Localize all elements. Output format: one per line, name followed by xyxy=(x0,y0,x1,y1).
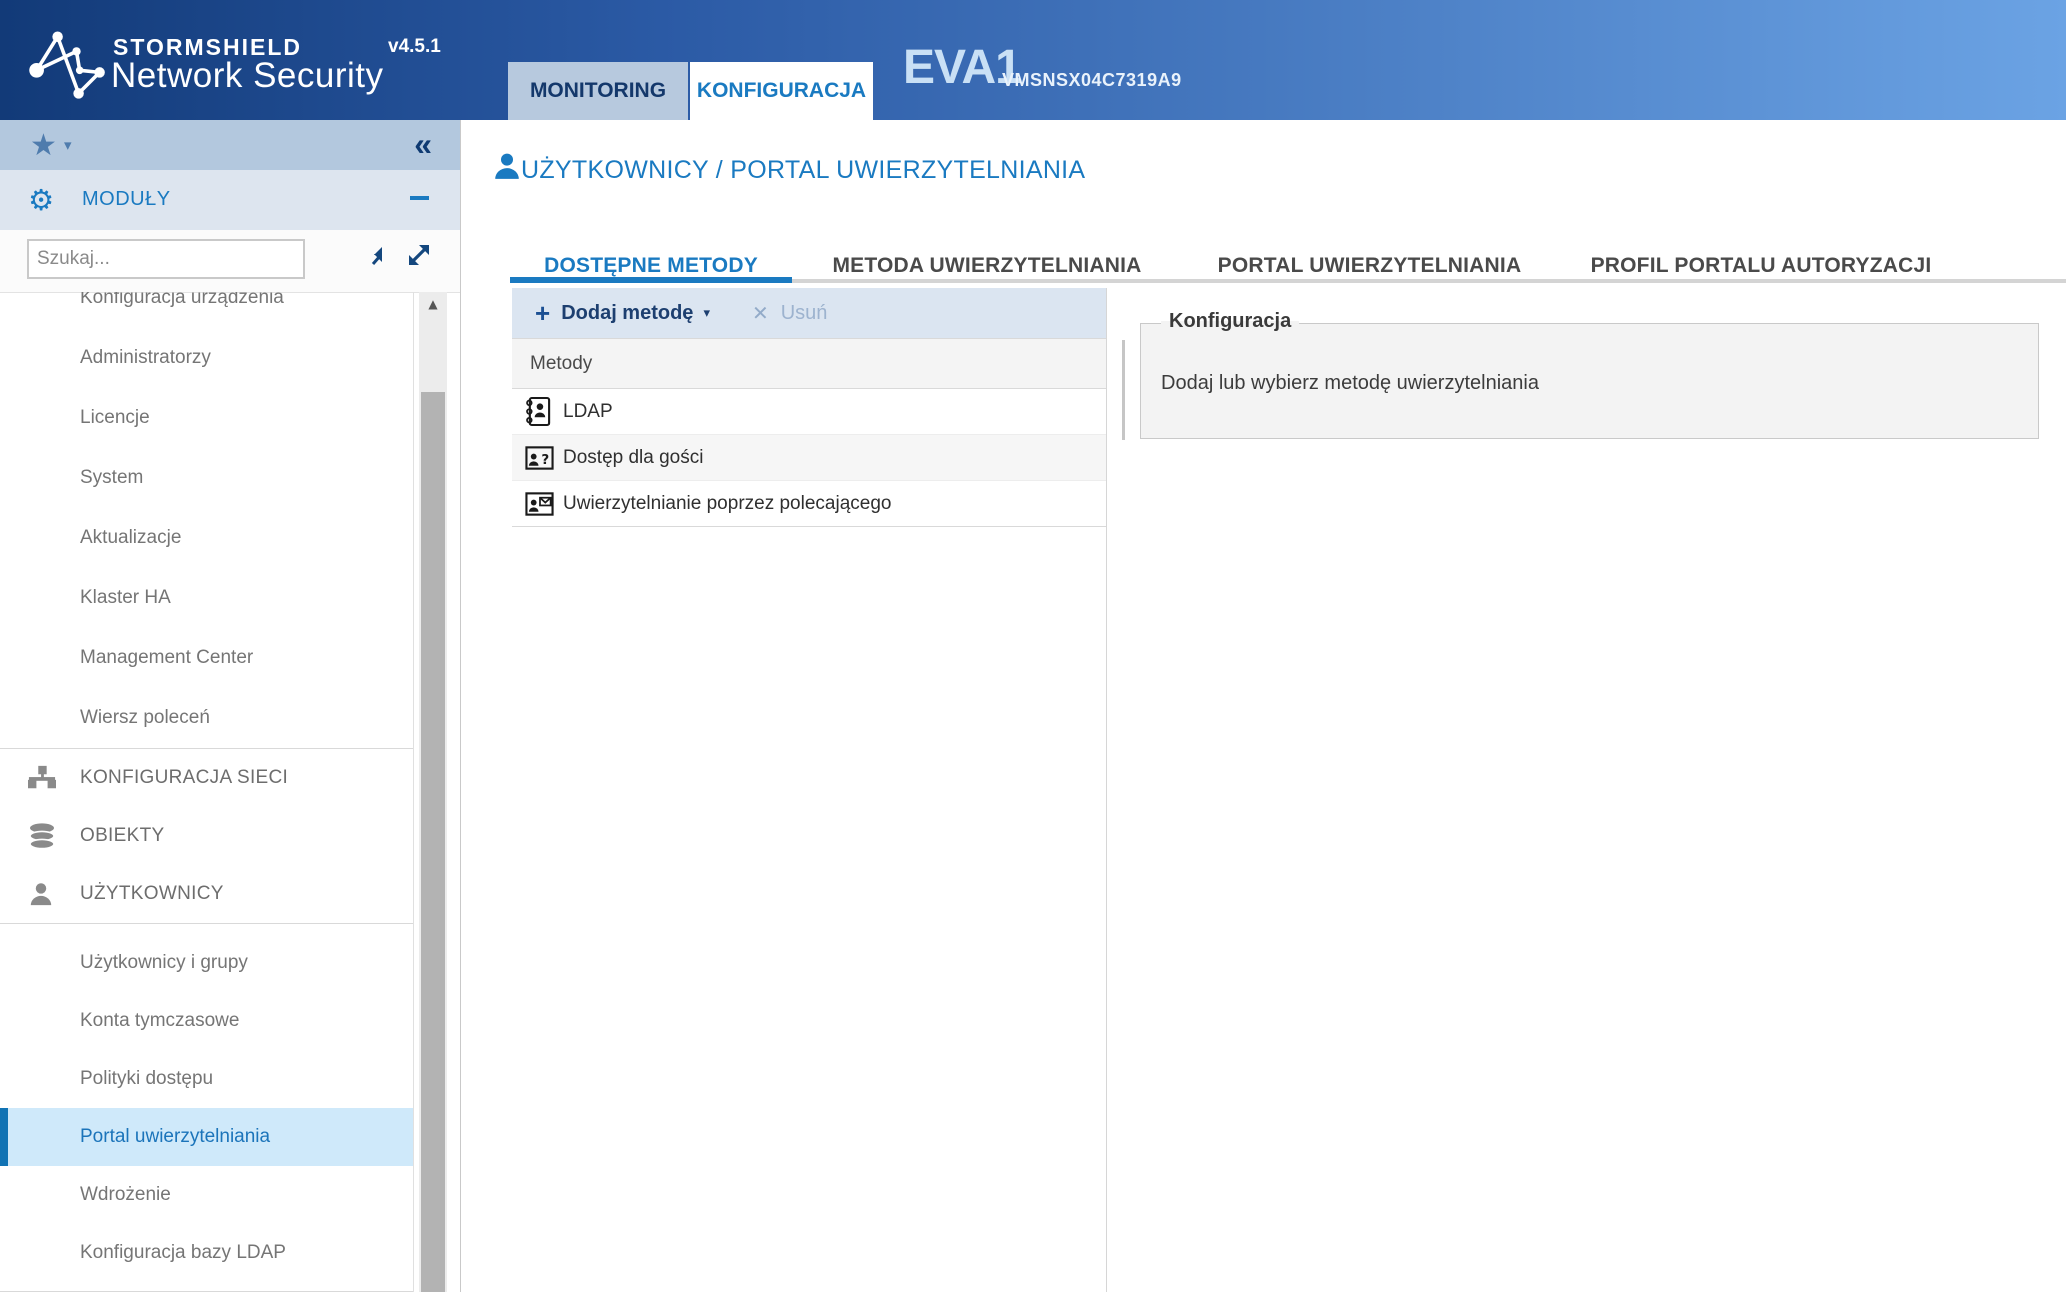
active-tab-underline xyxy=(510,277,792,283)
sidebar-item-management-center[interactable]: Management Center xyxy=(0,628,413,688)
method-label: LDAP xyxy=(563,401,613,423)
configuration-fieldset: Konfiguracja Dodaj lub wybierz metodę uw… xyxy=(1140,323,2039,439)
chevron-down-icon[interactable]: ▾ xyxy=(703,306,710,321)
sidebar-section-label: UŻYTKOWNICY xyxy=(80,883,224,905)
tab-konfiguracja[interactable]: KONFIGURACJA xyxy=(690,62,873,120)
methods-column-header: Metody xyxy=(512,338,1106,389)
tab-baseline xyxy=(792,279,2066,283)
sidebar-collapse-icon[interactable]: « xyxy=(414,126,432,163)
sidebar-menu: Konfiguracja urządzenia Administratorzy … xyxy=(0,292,414,1292)
device-serial: VMSNSX04C7319A9 xyxy=(1002,70,1182,91)
sidebar-item-klaster-ha[interactable]: Klaster HA xyxy=(0,568,413,628)
sidebar-item-portal-uwierzytelniania[interactable]: Portal uwierzytelniania xyxy=(0,1108,413,1166)
sidebar-section-label: KONFIGURACJA SIECI xyxy=(80,767,288,789)
main-content: UŻYTKOWNICY / PORTAL UWIERZYTELNIANIA DO… xyxy=(461,120,2066,1292)
users-section-icon xyxy=(492,150,522,182)
brand-product: Network Security xyxy=(111,56,384,96)
sidebar: ★ ▾ « ⚙ MODUŁY xyxy=(0,120,461,1292)
scrollbar-thumb[interactable] xyxy=(421,392,445,1292)
svg-text:?: ? xyxy=(541,451,549,467)
delete-x-icon: ✕ xyxy=(752,301,769,325)
modules-header[interactable]: ⚙ MODUŁY xyxy=(0,170,460,230)
methods-pane: + Dodaj metodę ▾ ✕ Usuń Metody xyxy=(512,288,1107,1292)
sidebar-divider xyxy=(0,923,413,924)
app-header: STORMSHIELD Network Security v4.5.1 MONI… xyxy=(0,0,2066,120)
app-root: STORMSHIELD Network Security v4.5.1 MONI… xyxy=(0,0,2066,1292)
method-row-dostep-dla-gosci[interactable]: ? Dostęp dla gości xyxy=(512,435,1106,481)
delete-method-button[interactable]: Usuń xyxy=(781,302,828,325)
favorites-star-icon[interactable]: ★ xyxy=(30,128,57,163)
sidebar-section-label: OBIEKTY xyxy=(80,825,164,847)
address-book-icon xyxy=(525,396,555,427)
collapse-all-icon[interactable] xyxy=(369,244,391,268)
users-submenu: Użytkownicy i grupy Konta tymczasowe Pol… xyxy=(0,934,413,1282)
methods-toolbar: + Dodaj metodę ▾ ✕ Usuń xyxy=(512,288,1106,338)
search-input[interactable] xyxy=(27,239,305,279)
sidebar-section-konfiguracja-sieci[interactable]: KONFIGURACJA SIECI xyxy=(0,749,413,807)
sidebar-section-uzytkownicy[interactable]: UŻYTKOWNICY xyxy=(0,865,413,923)
sidebar-scrollbar[interactable]: ▲ xyxy=(419,292,447,1292)
tab-monitoring[interactable]: MONITORING xyxy=(508,62,688,120)
sponsor-mail-icon xyxy=(525,490,555,518)
configuration-legend: Konfiguracja xyxy=(1161,310,1299,333)
sidebar-item-konta-tymczasowe[interactable]: Konta tymczasowe xyxy=(0,992,413,1050)
sidebar-item-konfiguracja-bazy-ldap[interactable]: Konfiguracja bazy LDAP xyxy=(0,1224,413,1282)
sidebar-item-aktualizacje[interactable]: Aktualizacje xyxy=(0,508,413,568)
version-label: v4.5.1 xyxy=(388,36,441,58)
favorites-caret-icon[interactable]: ▾ xyxy=(64,136,72,154)
configuration-empty-text: Dodaj lub wybierz metodę uwierzytelniani… xyxy=(1161,372,1539,395)
gear-icon: ⚙ xyxy=(28,183,54,217)
method-row-uwierzytelnianie-poprzez-polecajacego[interactable]: Uwierzytelnianie poprzez polecającego xyxy=(512,481,1106,527)
sidebar-item-wiersz-polecen[interactable]: Wiersz poleceń xyxy=(0,688,413,748)
favorites-bar: ★ ▾ « xyxy=(0,120,460,170)
user-icon xyxy=(28,881,58,907)
expand-all-icon[interactable] xyxy=(405,241,433,269)
page-title: UŻYTKOWNICY / PORTAL UWIERZYTELNIANIA xyxy=(521,156,1085,185)
sidebar-item-konfiguracja-urzadzenia[interactable]: Konfiguracja urządzenia xyxy=(0,292,413,328)
sidebar-item-system[interactable]: System xyxy=(0,448,413,508)
stormshield-logo-icon xyxy=(24,26,108,102)
sidebar-search-bar xyxy=(0,230,460,293)
modules-header-label: MODUŁY xyxy=(82,188,171,211)
sidebar-item-administratorzy[interactable]: Administratorzy xyxy=(0,328,413,388)
database-icon xyxy=(28,822,58,850)
sidebar-item-licencje[interactable]: Licencje xyxy=(0,388,413,448)
guest-access-icon: ? xyxy=(525,444,555,472)
method-row-ldap[interactable]: LDAP xyxy=(512,389,1106,435)
sidebar-item-polityki-dostepu[interactable]: Polityki dostępu xyxy=(0,1050,413,1108)
sidebar-item-uzytkownicy-i-grupy[interactable]: Użytkownicy i grupy xyxy=(0,934,413,992)
modules-collapse-minus-icon[interactable] xyxy=(410,196,429,200)
add-method-button[interactable]: Dodaj metodę xyxy=(561,302,693,325)
method-label: Uwierzytelnianie poprzez polecającego xyxy=(563,493,891,515)
plus-icon: + xyxy=(535,300,550,326)
scrollbar-up-icon[interactable]: ▲ xyxy=(419,292,447,316)
pane-splitter-handle[interactable] xyxy=(1122,340,1125,440)
method-label: Dostęp dla gości xyxy=(563,447,703,469)
sidebar-section-obiekty[interactable]: OBIEKTY xyxy=(0,807,413,865)
network-icon xyxy=(28,765,58,791)
sidebar-item-wdrozenie[interactable]: Wdrożenie xyxy=(0,1166,413,1224)
